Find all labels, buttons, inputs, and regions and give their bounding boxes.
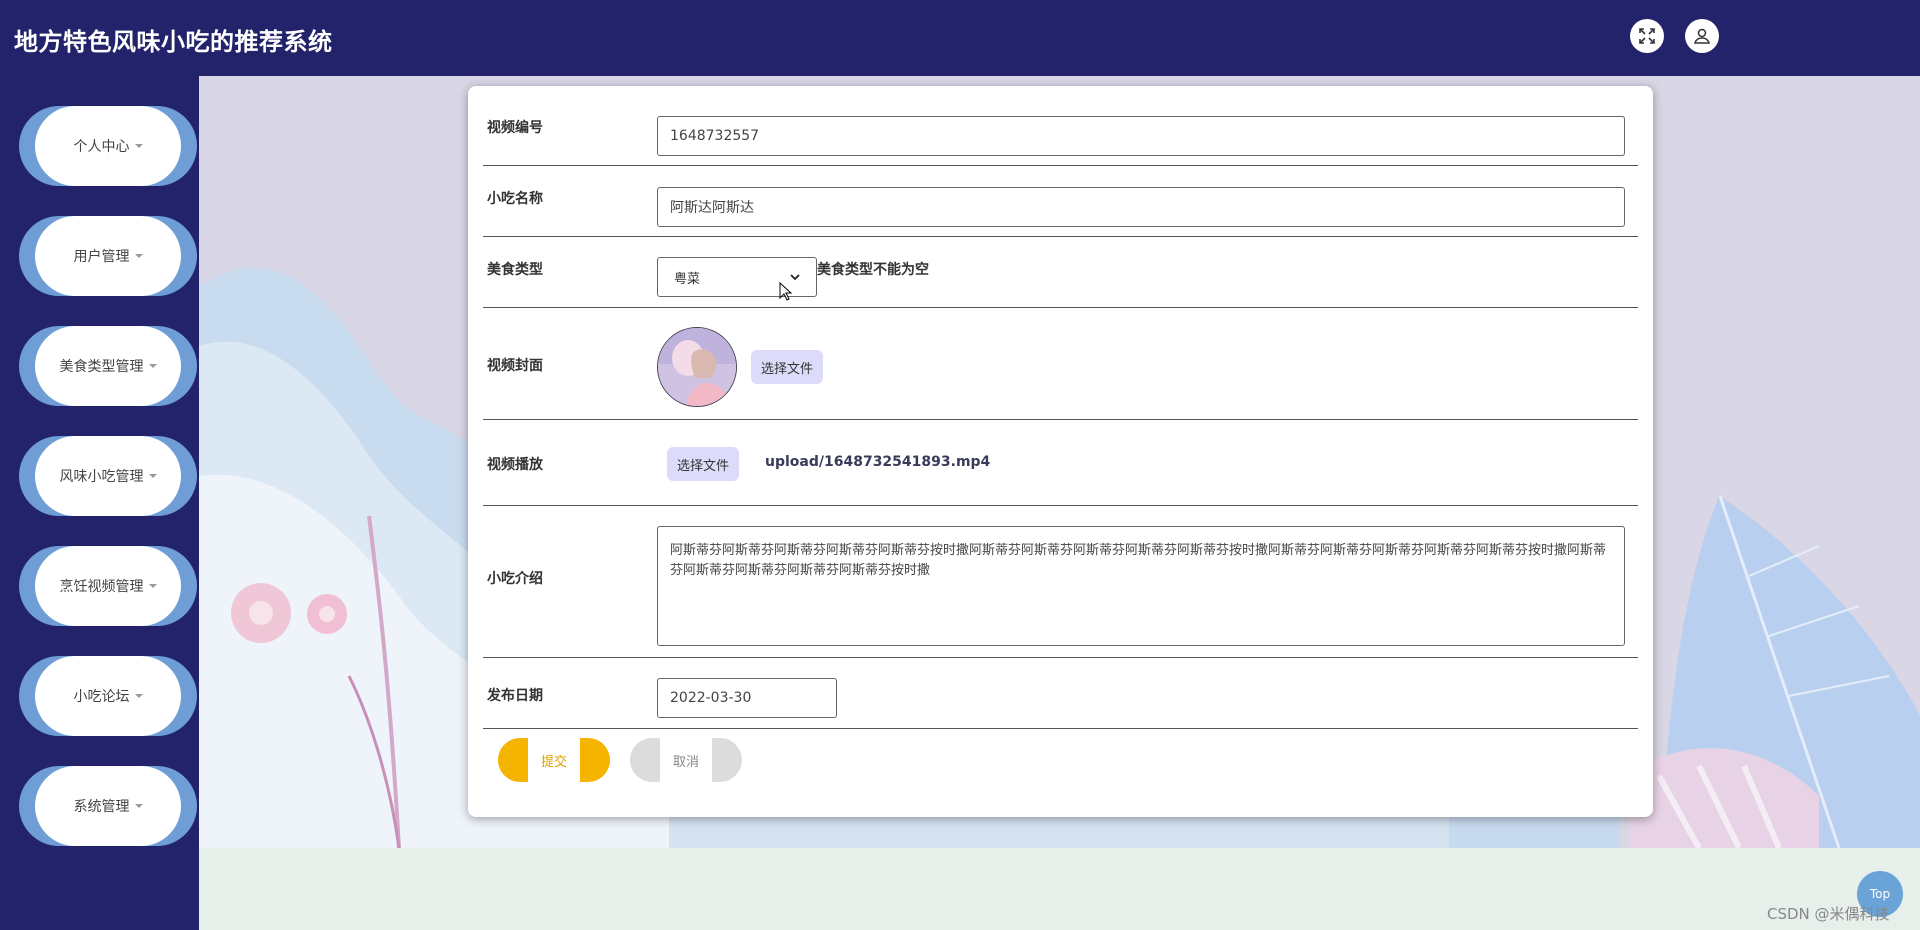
chevron-down-icon (790, 273, 800, 280)
submit-button[interactable]: 提交 (498, 738, 610, 782)
sidebar-item-label: 用户管理 (73, 249, 130, 265)
food-type-error: 美食类型不能为空 (817, 262, 929, 278)
video-no-input[interactable]: 1648732557 (657, 116, 1625, 156)
sidebar-item-user-management[interactable]: 用户管理 (19, 216, 197, 296)
form-row-intro: 小吃介绍 阿斯蒂芬阿斯蒂芬阿斯蒂芬阿斯蒂芬阿斯蒂芬按时撒阿斯蒂芬阿斯蒂芬阿斯蒂芬… (483, 506, 1638, 658)
form-row-video: 视频播放 选择文件 upload/1648732541893.mp4 (483, 420, 1638, 506)
cancel-label: 取消 (660, 738, 712, 782)
intro-textarea[interactable]: 阿斯蒂芬阿斯蒂芬阿斯蒂芬阿斯蒂芬阿斯蒂芬按时撒阿斯蒂芬阿斯蒂芬阿斯蒂芬阿斯蒂芬阿… (657, 526, 1625, 646)
snack-name-input[interactable]: 阿斯达阿斯达 (657, 187, 1625, 227)
form-row-cover: 视频封面 选择文件 (483, 308, 1638, 420)
sidebar-item-label: 烹饪视频管理 (59, 579, 144, 595)
caret-down-icon (148, 364, 157, 368)
sidebar-item-label: 小吃论坛 (73, 689, 130, 705)
sidebar: 个人中心 用户管理 美食类型管理 风味小吃管理 烹饪视频管理 小吃论坛 系统管理 (0, 76, 199, 930)
cover-label: 视频封面 (487, 358, 543, 374)
form-row-publish-date: 发布日期 2022-03-30 (483, 658, 1638, 729)
sidebar-item-system-management[interactable]: 系统管理 (19, 766, 197, 846)
video-edit-form: 视频编号 1648732557 小吃名称 阿斯达阿斯达 美食类型 粤菜 美食类型… (468, 86, 1653, 817)
sidebar-item-pill: 用户管理 (35, 216, 181, 296)
snack-name-label: 小吃名称 (487, 191, 543, 207)
footer-area (199, 848, 1920, 930)
sidebar-item-pill: 系统管理 (35, 766, 181, 846)
user-icon (1694, 28, 1710, 44)
caret-down-icon (134, 144, 143, 148)
app-title: 地方特色风味小吃的推荐系统 (14, 28, 333, 56)
sidebar-item-pill: 烹饪视频管理 (35, 546, 181, 626)
publish-date-label: 发布日期 (487, 688, 543, 704)
submit-label: 提交 (528, 738, 580, 782)
sidebar-item-label: 风味小吃管理 (59, 469, 144, 485)
caret-down-icon (134, 694, 143, 698)
video-label: 视频播放 (487, 457, 543, 473)
sidebar-item-pill: 小吃论坛 (35, 656, 181, 736)
food-type-selected-value: 粤菜 (674, 271, 701, 287)
sidebar-item-personal-center[interactable]: 个人中心 (19, 106, 197, 186)
video-choose-file-button[interactable]: 选择文件 (667, 447, 740, 481)
sidebar-item-label: 美食类型管理 (59, 359, 144, 375)
sidebar-item-cooking-video-management[interactable]: 烹饪视频管理 (19, 546, 197, 626)
video-filename: upload/1648732541893.mp4 (765, 454, 991, 470)
sidebar-item-pill: 美食类型管理 (35, 326, 181, 406)
form-row-food-type: 美食类型 粤菜 美食类型不能为空 (483, 237, 1638, 308)
caret-down-icon (148, 584, 157, 588)
cover-choose-file-button[interactable]: 选择文件 (751, 350, 824, 384)
user-button[interactable] (1685, 19, 1719, 53)
sidebar-item-pill: 风味小吃管理 (35, 436, 181, 516)
publish-date-input[interactable]: 2022-03-30 (657, 678, 837, 718)
cover-image (657, 327, 737, 407)
watermark: CSDN @米偶科技 (1767, 905, 1890, 923)
form-row-snack-name: 小吃名称 阿斯达阿斯达 (483, 166, 1638, 237)
fullscreen-button[interactable] (1630, 19, 1664, 53)
sidebar-item-label: 个人中心 (73, 139, 130, 155)
caret-down-icon (134, 254, 143, 258)
form-row-video-no: 视频编号 1648732557 (483, 86, 1638, 166)
sidebar-item-snack-forum[interactable]: 小吃论坛 (19, 656, 197, 736)
food-type-label: 美食类型 (487, 262, 543, 278)
caret-down-icon (134, 804, 143, 808)
cancel-button[interactable]: 取消 (630, 738, 742, 782)
sidebar-item-label: 系统管理 (73, 799, 130, 815)
food-type-select[interactable]: 粤菜 (657, 257, 817, 297)
top-bar: 地方特色风味小吃的推荐系统 (0, 0, 1920, 76)
intro-label: 小吃介绍 (487, 571, 543, 587)
sidebar-item-snack-management[interactable]: 风味小吃管理 (19, 436, 197, 516)
expand-icon (1639, 28, 1655, 44)
sidebar-item-pill: 个人中心 (35, 106, 181, 186)
video-no-label: 视频编号 (487, 120, 543, 136)
sidebar-item-food-type-management[interactable]: 美食类型管理 (19, 326, 197, 406)
caret-down-icon (148, 474, 157, 478)
mouse-cursor-icon (779, 282, 793, 301)
